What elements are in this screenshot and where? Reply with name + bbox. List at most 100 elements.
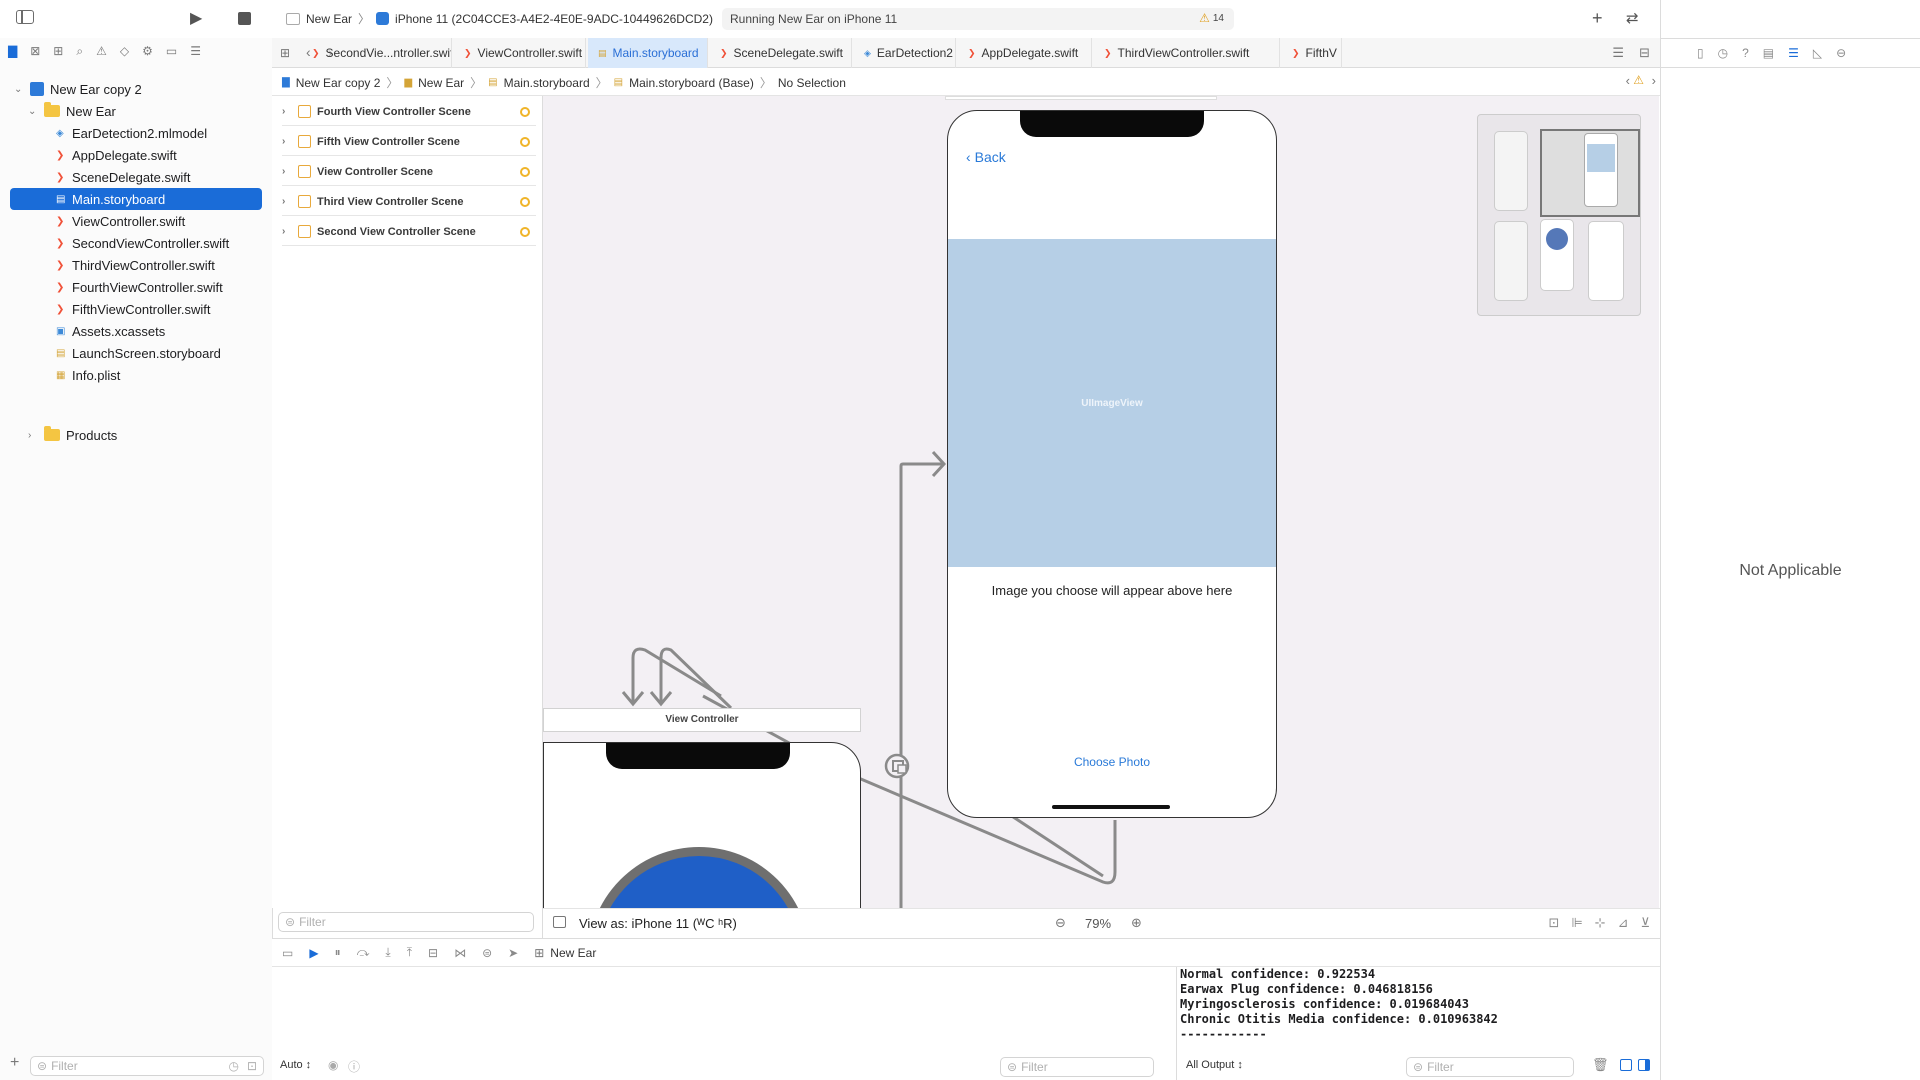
run-button[interactable]: ▶	[190, 8, 202, 28]
debug-target[interactable]: ⊞ New Ear	[534, 946, 596, 960]
sidebar-toggle-icon[interactable]	[16, 10, 34, 24]
breakpoints-toggle-icon[interactable]: ▶	[309, 946, 318, 960]
issue-navigator-icon[interactable]: ⚠	[96, 44, 107, 59]
show-console-icon[interactable]	[1638, 1059, 1650, 1071]
pause-icon[interactable]: ⏸	[335, 945, 341, 960]
debug-navigator-icon[interactable]: ⚙	[142, 44, 153, 59]
view-hierarchy-icon[interactable]: ⊟	[428, 946, 438, 960]
hide-debug-icon[interactable]: ▭	[282, 946, 293, 960]
update-frames-icon[interactable]: ⊡	[1548, 915, 1559, 931]
environment-overrides-icon[interactable]: ⊜	[482, 946, 492, 960]
navigator-filter-field[interactable]: ⊜ Filter ◷ ⊡	[30, 1056, 264, 1076]
jump-bar-item[interactable]: Main.storyboard (Base)	[629, 76, 754, 90]
iphone-frame[interactable]: ‹ Back UIImageView Image you choose will…	[947, 110, 1277, 818]
scene-row[interactable]: › View Controller Scene	[282, 158, 536, 186]
file-row[interactable]: ❯ AppDelegate.swift	[0, 144, 177, 166]
scene-row[interactable]: › Third View Controller Scene	[282, 188, 536, 216]
file-row[interactable]: ❯ ViewController.swift	[0, 210, 185, 232]
scm-filter-icon[interactable]: ⊡	[247, 1059, 257, 1073]
quick-help-icon[interactable]: ?	[1742, 46, 1749, 60]
variables-scope-select[interactable]: Auto ↕	[280, 1059, 311, 1071]
step-out-icon[interactable]: ⤒	[407, 945, 412, 960]
outline-filter-field[interactable]: ⊜ Filter	[278, 912, 534, 932]
view-as-device[interactable]: View as: iPhone 11 (ᵂC ʰR)	[579, 916, 737, 931]
file-row[interactable]: ▤ Main.storyboard	[10, 188, 262, 210]
prev-issue-icon[interactable]: ‹	[1626, 73, 1630, 88]
add-constraints-icon[interactable]: ⊹	[1595, 915, 1606, 931]
editor-options-icon[interactable]: ☰	[1612, 45, 1624, 61]
scheme-selector[interactable]: New Ear 〉 iPhone 11 (2C04CCE3-A4E2-4E0E-…	[286, 10, 713, 27]
split-editor-icon[interactable]: ⊟	[1639, 45, 1650, 61]
align-icon[interactable]: ⊫	[1571, 915, 1582, 931]
step-over-icon[interactable]: ⤼	[357, 945, 370, 960]
attributes-inspector-icon[interactable]: ☰	[1788, 46, 1799, 60]
test-navigator-icon[interactable]: ◇	[120, 44, 129, 59]
console-output[interactable]: Normal confidence: 0.922534 Earwax Plug c…	[1180, 967, 1498, 1042]
resolve-issues-icon[interactable]: ⊿	[1618, 915, 1629, 931]
editor-tab[interactable]: ❯ SceneDelegate.swift	[710, 38, 852, 68]
step-into-icon[interactable]: ⤓	[385, 945, 390, 960]
show-variables-icon[interactable]	[1620, 1059, 1632, 1071]
embed-in-icon[interactable]: ⊻	[1640, 915, 1650, 931]
warning-indicator[interactable]: ⚠ 14	[1199, 11, 1224, 25]
group-row[interactable]: ⌄ New Ear	[0, 100, 116, 122]
warning-icon[interactable]: ⚠	[1633, 73, 1644, 87]
size-inspector-icon[interactable]: ◺	[1813, 46, 1822, 60]
report-navigator-icon[interactable]: ☰	[190, 44, 201, 59]
memory-graph-icon[interactable]: ⋈	[454, 946, 466, 960]
view-controller-frame[interactable]	[543, 742, 861, 908]
recent-files-icon[interactable]: ◷	[229, 1059, 239, 1073]
info-icon[interactable]: ⓘ	[348, 1058, 360, 1075]
jump-bar-item[interactable]: No Selection	[778, 76, 846, 90]
jump-bar-item[interactable]: New Ear	[418, 76, 464, 90]
file-row[interactable]: ❯ ThirdViewController.swift	[0, 254, 215, 276]
file-row[interactable]: ❯ FourthViewController.swift	[0, 276, 223, 298]
location-icon[interactable]: ➤	[508, 946, 518, 960]
caption-label[interactable]: Image you choose will appear above here	[948, 583, 1276, 598]
output-select[interactable]: All Output ↕	[1186, 1059, 1243, 1071]
editor-tab[interactable]: ❯ AppDelegate.swift	[958, 38, 1092, 68]
identity-inspector-icon[interactable]: ▤	[1763, 46, 1774, 60]
scene-row[interactable]: › Second View Controller Scene	[282, 218, 536, 246]
next-issue-icon[interactable]: ›	[1652, 73, 1656, 88]
zoom-in-icon[interactable]: ⊕	[1131, 915, 1142, 931]
file-row[interactable]: ▣ Assets.xcassets	[0, 320, 165, 342]
zoom-level[interactable]: 79%	[1085, 916, 1111, 931]
eye-icon[interactable]: ◉	[328, 1058, 338, 1072]
editor-tab[interactable]: ❯ ViewController.swift	[454, 38, 586, 68]
code-review-icon[interactable]: ⇄	[1626, 9, 1639, 27]
symbol-navigator-icon[interactable]: ⊞	[53, 44, 63, 59]
jump-bar-item[interactable]: Main.storyboard	[504, 76, 590, 90]
variables-filter-field[interactable]: ⊜ Filter	[1000, 1057, 1154, 1077]
back-button[interactable]: ‹ Back	[966, 149, 1006, 165]
zoom-out-icon[interactable]: ⊖	[1055, 915, 1066, 931]
add-icon[interactable]: +	[1592, 8, 1603, 29]
file-row[interactable]: ▦ Info.plist	[0, 364, 120, 386]
file-inspector-icon[interactable]: ▯	[1697, 46, 1704, 60]
products-group[interactable]: › Products	[0, 424, 117, 446]
scene-row[interactable]: › Fifth View Controller Scene	[282, 128, 536, 156]
image-view[interactable]: UIImageView	[948, 239, 1276, 567]
storyboard-minimap[interactable]	[1477, 114, 1641, 316]
find-navigator-icon[interactable]: ⌕	[76, 44, 83, 59]
trash-icon[interactable]: 🗑	[1592, 1057, 1609, 1073]
console-filter-field[interactable]: ⊜ Filter	[1406, 1057, 1574, 1077]
outline-toggle-icon[interactable]	[553, 916, 566, 928]
file-row[interactable]: ❯ SecondViewController.swift	[0, 232, 229, 254]
file-row[interactable]: ❯ SceneDelegate.swift	[0, 166, 191, 188]
file-row[interactable]: ◈ EarDetection2.mlmodel	[0, 122, 207, 144]
choose-photo-button[interactable]: Choose Photo	[948, 755, 1276, 769]
editor-tab[interactable]: ❯ FifthV	[1282, 38, 1342, 68]
file-row[interactable]: ❯ FifthViewController.swift	[0, 298, 210, 320]
project-navigator-icon[interactable]: ▇	[8, 44, 17, 59]
scene-title-bar[interactable]: View Controller	[543, 708, 861, 732]
related-items-icon[interactable]: ⊞	[280, 46, 290, 60]
editor-tab[interactable]: ▤ Main.storyboard	[588, 38, 708, 68]
project-root[interactable]: ⌄ New Ear copy 2	[0, 78, 142, 100]
source-control-icon[interactable]: ⊠	[30, 44, 40, 59]
editor-tab[interactable]: ◈ EarDetection2	[854, 38, 956, 68]
scene-row[interactable]: › Fourth View Controller Scene	[282, 98, 536, 126]
stop-button[interactable]	[238, 12, 251, 25]
breakpoint-navigator-icon[interactable]: ▭	[166, 44, 177, 59]
jump-bar-item[interactable]: New Ear copy 2	[296, 76, 381, 90]
